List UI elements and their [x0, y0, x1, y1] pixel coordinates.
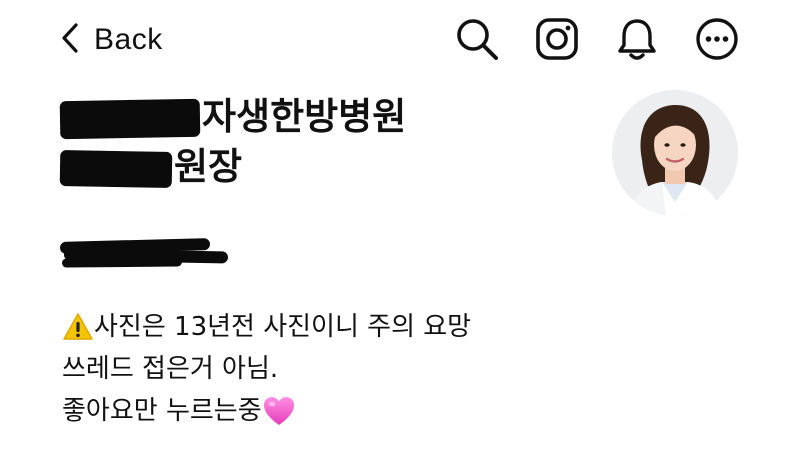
warning-icon	[62, 312, 94, 342]
profile-name-text: 자생한방병원	[202, 95, 407, 138]
bio-text-3: 좋아요만 누르는중	[62, 396, 262, 426]
profile-bio: 사진은 13년전 사진이니 주의 요망 쓰레드 접은거 아님. 좋아요만 누르는…	[62, 306, 471, 432]
redaction-mark	[59, 149, 173, 188]
bio-line-1: 사진은 13년전 사진이니 주의 요망	[62, 306, 471, 348]
back-label: Back	[94, 23, 163, 56]
bio-text-2: 쓰레드 접은거 아님.	[62, 354, 279, 384]
pink-heart-icon	[262, 395, 296, 427]
back-button[interactable]: Back	[60, 18, 163, 62]
redaction-mark	[59, 98, 201, 139]
handle-redaction	[59, 238, 230, 268]
avatar[interactable]	[612, 90, 738, 216]
top-nav-bar: Back	[0, 0, 800, 80]
profile-header: 자생한방병원 원장	[59, 92, 590, 268]
more-icon[interactable]	[692, 14, 742, 64]
search-icon[interactable]	[452, 14, 502, 64]
chevron-left-icon	[60, 22, 80, 58]
bell-icon[interactable]	[612, 14, 662, 64]
profile-name: 자생한방병원	[59, 92, 590, 142]
bio-line-2: 쓰레드 접은거 아님.	[62, 348, 471, 390]
instagram-icon[interactable]	[532, 14, 582, 64]
profile-title-text: 원장	[174, 145, 243, 188]
bio-text-1: 사진은 13년전 사진이니 주의 요망	[94, 312, 472, 342]
bio-line-3: 좋아요만 누르는중	[62, 390, 471, 432]
profile-title: 원장	[59, 142, 590, 192]
